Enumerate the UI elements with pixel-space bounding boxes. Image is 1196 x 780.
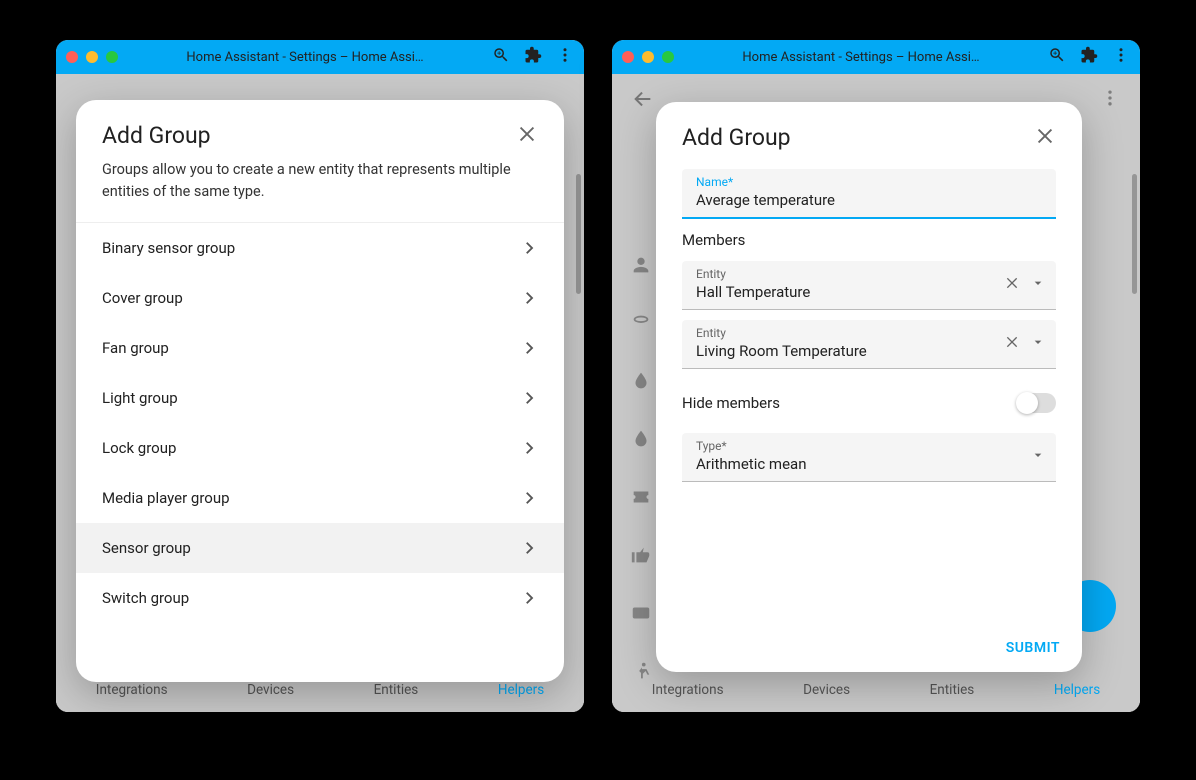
tab-integrations[interactable]: Integrations (96, 682, 168, 698)
window-title: Home Assistant - Settings – Home Assi… (674, 50, 1048, 65)
option-sensor-group[interactable]: Sensor group (76, 523, 564, 573)
tab-helpers[interactable]: Helpers (498, 682, 544, 698)
kebab-menu-icon[interactable] (1112, 46, 1130, 68)
window-maximize-light[interactable] (662, 51, 674, 63)
option-label: Fan group (102, 339, 169, 357)
entity-value: Hall Temperature (696, 283, 1042, 301)
dialog-title: Add Group (682, 124, 791, 151)
entity-label: Entity (696, 267, 726, 281)
tab-entities[interactable]: Entities (374, 682, 419, 698)
option-cover-group[interactable]: Cover group (76, 273, 564, 323)
hide-members-label: Hide members (682, 394, 780, 412)
name-value: Average temperature (696, 191, 1042, 209)
scrollbar[interactable] (576, 174, 581, 294)
option-label: Media player group (102, 489, 230, 507)
extensions-icon[interactable] (524, 46, 542, 68)
members-label: Members (682, 231, 1056, 249)
option-label: Switch group (102, 589, 189, 607)
dropdown-icon[interactable] (1030, 275, 1046, 295)
dialog-description: Groups allow you to create a new entity … (76, 159, 564, 223)
name-label: Name* (696, 175, 733, 189)
option-binary-sensor-group[interactable]: Binary sensor group (76, 223, 564, 273)
type-field[interactable]: Type* Arithmetic mean (682, 433, 1056, 482)
entity-label: Entity (696, 326, 726, 340)
hide-members-toggle[interactable] (1018, 393, 1056, 413)
entity-field-1[interactable]: Entity Living Room Temperature (682, 320, 1056, 369)
option-lock-group[interactable]: Lock group (76, 423, 564, 473)
window-title: Home Assistant - Settings – Home Assi… (118, 50, 492, 65)
chevron-right-icon (520, 389, 538, 407)
chevron-right-icon (520, 539, 538, 557)
tab-devices[interactable]: Devices (247, 682, 294, 698)
submit-button[interactable]: Submit (1006, 640, 1060, 656)
type-value: Arithmetic mean (696, 455, 1042, 473)
option-switch-group[interactable]: Switch group (76, 573, 564, 623)
chevron-right-icon (520, 589, 538, 607)
tab-integrations[interactable]: Integrations (652, 682, 724, 698)
window-minimize-light[interactable] (86, 51, 98, 63)
chevron-right-icon (520, 239, 538, 257)
close-button[interactable] (516, 123, 538, 149)
group-type-list: Binary sensor group Cover group Fan grou… (76, 223, 564, 682)
window-minimize-light[interactable] (642, 51, 654, 63)
kebab-menu-icon[interactable] (556, 46, 574, 68)
option-label: Sensor group (102, 539, 191, 557)
clear-icon[interactable] (1004, 334, 1020, 354)
traffic-lights (622, 51, 674, 63)
scrollbar[interactable] (1132, 174, 1137, 294)
chevron-right-icon (520, 439, 538, 457)
option-label: Lock group (102, 439, 176, 457)
traffic-lights (66, 51, 118, 63)
add-group-dialog: Add Group Groups allow you to create a n… (76, 100, 564, 682)
option-light-group[interactable]: Light group (76, 373, 564, 423)
entity-field-0[interactable]: Entity Hall Temperature (682, 261, 1056, 310)
option-fan-group[interactable]: Fan group (76, 323, 564, 373)
type-label: Type* (696, 439, 727, 453)
close-button[interactable] (1034, 125, 1056, 151)
tab-entities[interactable]: Entities (930, 682, 975, 698)
extensions-icon[interactable] (1080, 46, 1098, 68)
option-label: Cover group (102, 289, 183, 307)
dropdown-icon[interactable] (1030, 334, 1046, 354)
option-media-player-group[interactable]: Media player group (76, 473, 564, 523)
dialog-title: Add Group (102, 122, 211, 149)
option-label: Light group (102, 389, 178, 407)
add-group-config-dialog: Add Group Name* Average temperature Memb… (656, 102, 1082, 672)
window-close-light[interactable] (622, 51, 634, 63)
titlebar: Home Assistant - Settings – Home Assi… (612, 40, 1140, 74)
chevron-right-icon (520, 339, 538, 357)
bottom-tabs: Integrations Devices Entities Helpers (612, 668, 1140, 712)
zoom-icon[interactable] (492, 46, 510, 68)
zoom-icon[interactable] (1048, 46, 1066, 68)
tab-devices[interactable]: Devices (803, 682, 850, 698)
titlebar: Home Assistant - Settings – Home Assi… (56, 40, 584, 74)
window-close-light[interactable] (66, 51, 78, 63)
chevron-right-icon (520, 489, 538, 507)
chevron-right-icon (520, 289, 538, 307)
entity-value: Living Room Temperature (696, 342, 1042, 360)
hide-members-row: Hide members (682, 379, 1056, 433)
name-field[interactable]: Name* Average temperature (682, 169, 1056, 219)
tab-helpers[interactable]: Helpers (1054, 682, 1100, 698)
window-maximize-light[interactable] (106, 51, 118, 63)
dropdown-icon[interactable] (1030, 447, 1046, 467)
clear-icon[interactable] (1004, 275, 1020, 295)
option-label: Binary sensor group (102, 239, 235, 257)
